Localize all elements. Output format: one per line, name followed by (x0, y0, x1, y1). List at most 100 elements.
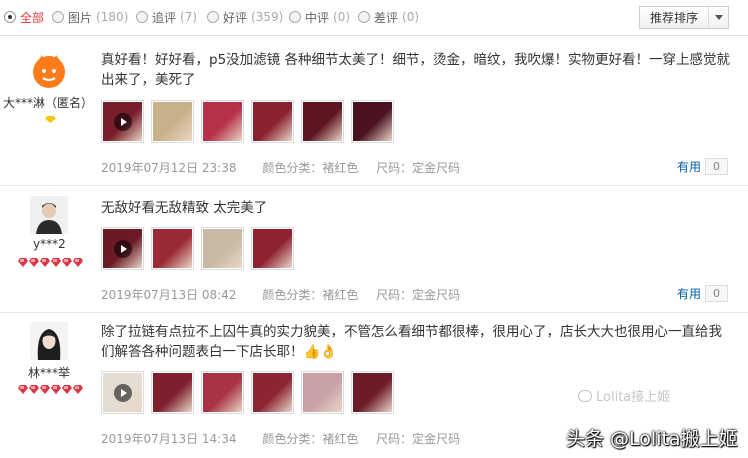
dropdown-arrow[interactable] (708, 7, 728, 28)
review-text: 真好看！好好看，p5没加滤镜 各种细节太美了！细节，烫金，暗纹，我吹爆！实物更好… (101, 52, 730, 88)
helpful-button[interactable]: 有用 0 (677, 285, 729, 302)
review-photo-thumbnail[interactable] (351, 100, 394, 143)
review-photo-thumbnail[interactable] (151, 227, 194, 270)
radio-icon[interactable] (358, 11, 370, 23)
review-item: y***2 无敌好看无敌精致 太完美了 2019年07月13日 08:42 颜色… (0, 186, 748, 312)
red-gem-icon (40, 385, 50, 394)
photo (303, 102, 342, 141)
watermark-small: Lolita接上姬 (578, 386, 670, 405)
sku-size: 尺码：定金尺码 (376, 288, 461, 302)
radio-icon[interactable] (4, 11, 16, 23)
photo (253, 229, 292, 268)
radio-icon[interactable] (52, 11, 64, 23)
avatar[interactable] (30, 322, 68, 360)
red-gem-icon (62, 258, 72, 267)
review-photo-thumbnail[interactable] (251, 227, 294, 270)
filter-label: 图片 (68, 10, 93, 25)
red-gem-icon (29, 385, 39, 394)
review-photo-thumbnail[interactable] (151, 371, 194, 414)
radio-icon[interactable] (136, 11, 148, 23)
avatar[interactable] (30, 51, 68, 89)
red-gem-icon (62, 385, 72, 394)
review-photo-thumbnail[interactable] (351, 371, 394, 414)
review-meta: 2019年07月13日 08:42 颜色分类：褚红色 尺码：定金尺码 (101, 286, 474, 303)
review-date: 2019年07月12日 23:38 (101, 161, 237, 175)
review-video-thumbnail[interactable] (101, 371, 144, 414)
sku-color: 颜色分类：褚红色 (262, 161, 359, 175)
watermark-small-text: Lolita接上姬 (596, 390, 671, 405)
radio-icon[interactable] (289, 11, 301, 23)
review-photo-thumbnail[interactable] (201, 227, 244, 270)
avatar[interactable] (30, 196, 68, 234)
radio-icon[interactable] (207, 11, 219, 23)
red-gem-icon (40, 258, 50, 267)
photo (153, 102, 192, 141)
photo (203, 373, 242, 412)
review-filter-bar: 全部 图片 (180) 追评 (7) 好评 (359) 中评 (0) 差评 (0… (0, 0, 748, 36)
red-gem-icon (51, 385, 61, 394)
filter-count: (7) (180, 10, 198, 24)
review-photo-thumbnail[interactable] (201, 100, 244, 143)
red-gem-icon (51, 258, 61, 267)
review-photos (101, 227, 294, 270)
photo (353, 102, 392, 141)
review-photo-thumbnail[interactable] (251, 100, 294, 143)
red-gem-icon (73, 385, 83, 394)
review-photo-thumbnail[interactable] (301, 100, 344, 143)
sku-color: 颜色分类：褚红色 (262, 288, 359, 302)
photo (353, 373, 392, 412)
sort-dropdown[interactable]: 推荐排序 (639, 6, 729, 29)
review-item: 大***淋（匿名） 真好看！好好看，p5没加滤镜 各种细节太美了！细节，烫金，暗… (0, 37, 748, 185)
helpful-count[interactable]: 0 (705, 285, 729, 302)
username[interactable]: y***2 (33, 237, 66, 251)
photo (153, 229, 192, 268)
photo (303, 373, 342, 412)
helpful-label[interactable]: 有用 (677, 285, 701, 302)
review-text: 除了拉链有点拉不上囚牛真的实力貌美，不管怎么看细节都很棒，很用心了，店长大大也很… (101, 324, 722, 360)
photo (253, 102, 292, 141)
review-photo-thumbnail[interactable] (201, 371, 244, 414)
photo (253, 373, 292, 412)
review-meta: 2019年07月13日 14:34 颜色分类：褚红色 尺码：定金尺码 (101, 430, 474, 447)
filter-positive[interactable]: 好评 (359) (207, 8, 283, 26)
filter-followup[interactable]: 追评 (7) (136, 8, 197, 26)
sort-label: 推荐排序 (649, 11, 698, 25)
review-photo-thumbnail[interactable] (251, 371, 294, 414)
filter-label: 中评 (305, 10, 330, 25)
red-gem-icon (73, 258, 83, 267)
review-date: 2019年07月13日 14:34 (101, 432, 237, 446)
filter-all[interactable]: 全部 (4, 8, 44, 26)
sku-color: 颜色分类：褚红色 (262, 432, 359, 446)
filter-images[interactable]: 图片 (180) (52, 8, 128, 26)
photo (203, 229, 242, 268)
review-date: 2019年07月13日 08:42 (101, 288, 237, 302)
filter-negative[interactable]: 差评 (0) (358, 8, 419, 26)
user-rank-badge (18, 385, 83, 394)
filter-neutral[interactable]: 中评 (0) (289, 8, 350, 26)
gold-diamond-icon (45, 116, 56, 123)
helpful-count[interactable]: 0 (705, 158, 729, 175)
filter-count: (0) (402, 10, 420, 24)
red-gem-icon (29, 258, 39, 267)
review-video-thumbnail[interactable] (101, 100, 144, 143)
filter-label: 追评 (152, 10, 177, 25)
red-gem-icon (18, 385, 28, 394)
review-text: 无敌好看无敌精致 太完美了 (101, 200, 268, 216)
play-icon[interactable] (113, 239, 132, 258)
username[interactable]: 林***举 (28, 364, 70, 381)
filter-count: (180) (96, 10, 129, 24)
user-rank-badge (18, 258, 83, 267)
review-video-thumbnail[interactable] (101, 227, 144, 270)
helpful-label[interactable]: 有用 (677, 158, 701, 175)
filter-label: 全部 (20, 10, 45, 25)
play-icon[interactable] (113, 112, 132, 131)
review-photo-thumbnail[interactable] (151, 100, 194, 143)
review-photo-thumbnail[interactable] (301, 371, 344, 414)
review-photos (101, 100, 394, 143)
default-avatar-icon (30, 51, 68, 89)
filter-label: 好评 (223, 10, 248, 25)
user-photo-avatar (30, 196, 68, 234)
username[interactable]: 大***淋（匿名） (3, 94, 93, 111)
helpful-button[interactable]: 有用 0 (677, 158, 729, 175)
play-icon[interactable] (113, 383, 132, 402)
